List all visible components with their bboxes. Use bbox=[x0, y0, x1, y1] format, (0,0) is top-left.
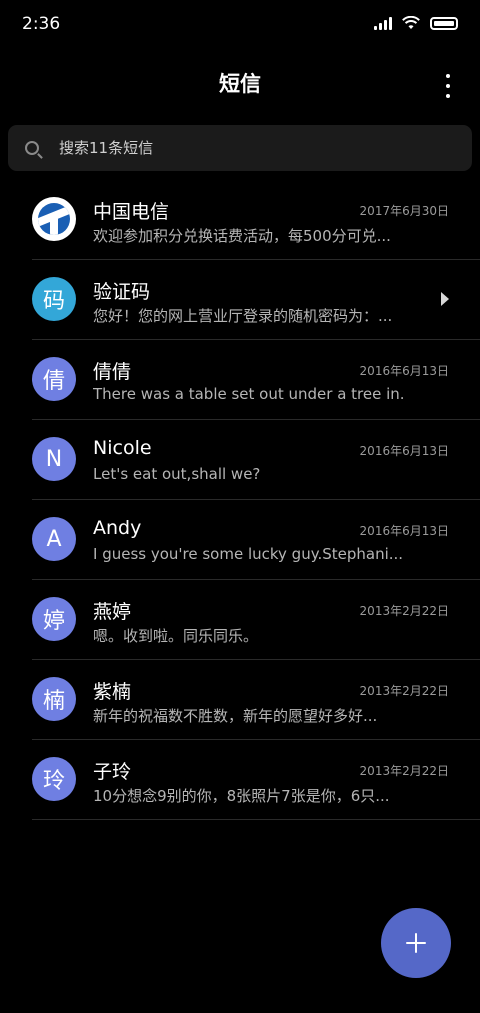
avatar: A bbox=[32, 517, 76, 561]
message-preview: 新年的祝福数不胜数，新年的愿望好多好... bbox=[93, 707, 378, 725]
contact-name: 子玲 bbox=[93, 761, 132, 783]
message-list: 中国电信 2017年6月30日 欢迎参加积分兑换话费活动，每500分可兑... … bbox=[0, 180, 480, 820]
message-preview: 10分想念9别的你，8张照片7张是你，6只... bbox=[93, 787, 390, 805]
message-item-yanting[interactable]: 婷 燕婷 2013年2月22日 嗯。收到啦。同乐同乐。 bbox=[0, 580, 480, 660]
message-date: 2016年6月13日 bbox=[359, 524, 449, 538]
message-item-verification-code[interactable]: 码 验证码 您好！您的网上营业厅登录的随机密码为：... bbox=[0, 260, 480, 340]
avatar: 码 bbox=[32, 277, 76, 321]
status-icons bbox=[374, 16, 458, 30]
avatar: 楠 bbox=[32, 677, 76, 721]
chevron-right-icon[interactable] bbox=[441, 292, 449, 306]
china-telecom-logo-icon bbox=[38, 203, 70, 235]
message-date: 2013年2月22日 bbox=[359, 684, 449, 698]
message-date: 2013年2月22日 bbox=[359, 604, 449, 618]
app-header: 短信 bbox=[0, 60, 480, 108]
message-item-china-telecom[interactable]: 中国电信 2017年6月30日 欢迎参加积分兑换话费活动，每500分可兑... bbox=[0, 180, 480, 260]
signal-icon bbox=[374, 16, 392, 30]
message-item-zinan[interactable]: 楠 紫楠 2013年2月22日 新年的祝福数不胜数，新年的愿望好多好... bbox=[0, 660, 480, 740]
contact-name: Andy bbox=[93, 517, 142, 539]
page-title: 短信 bbox=[219, 72, 261, 96]
message-date: 2017年6月30日 bbox=[359, 204, 449, 218]
status-bar: 2:36 bbox=[0, 0, 480, 52]
battery-icon bbox=[430, 16, 458, 30]
contact-name: 倩倩 bbox=[93, 361, 132, 383]
avatar: N bbox=[32, 437, 76, 481]
contact-name: 紫楠 bbox=[93, 681, 132, 703]
search-input[interactable] bbox=[57, 138, 441, 158]
avatar bbox=[32, 197, 76, 241]
message-item-nicole[interactable]: N Nicole 2016年6月13日 Let's eat out,shall … bbox=[0, 420, 480, 500]
message-date: 2013年2月22日 bbox=[359, 764, 449, 778]
contact-name: 验证码 bbox=[93, 281, 151, 303]
search-icon bbox=[25, 141, 39, 155]
more-options-icon[interactable] bbox=[442, 74, 454, 98]
message-preview: I guess you're some lucky guy.Stephani..… bbox=[93, 545, 403, 563]
contact-name: 中国电信 bbox=[93, 201, 170, 223]
message-date: 2016年6月13日 bbox=[359, 364, 449, 378]
status-time: 2:36 bbox=[22, 14, 61, 34]
message-preview: 嗯。收到啦。同乐同乐。 bbox=[93, 627, 259, 645]
contact-name: 燕婷 bbox=[93, 601, 132, 623]
message-item-andy[interactable]: A Andy 2016年6月13日 I guess you're some lu… bbox=[0, 500, 480, 580]
message-item-ziling[interactable]: 玲 子玲 2013年2月22日 10分想念9别的你，8张照片7张是你，6只... bbox=[0, 740, 480, 820]
wifi-icon bbox=[402, 16, 420, 29]
avatar: 玲 bbox=[32, 757, 76, 801]
message-preview: There was a table set out under a tree i… bbox=[93, 385, 403, 403]
message-date: 2016年6月13日 bbox=[359, 444, 449, 458]
avatar: 倩 bbox=[32, 357, 76, 401]
message-item-qianqian[interactable]: 倩 倩倩 2016年6月13日 There was a table set ou… bbox=[0, 340, 480, 420]
message-preview: 欢迎参加积分兑换话费活动，每500分可兑... bbox=[93, 227, 391, 245]
contact-name: Nicole bbox=[93, 437, 152, 459]
avatar: 婷 bbox=[32, 597, 76, 641]
message-preview: Let's eat out,shall we? bbox=[93, 465, 261, 483]
search-bar[interactable] bbox=[8, 125, 472, 171]
new-message-button[interactable] bbox=[381, 908, 451, 978]
plus-icon bbox=[406, 933, 426, 953]
message-preview: 您好！您的网上营业厅登录的随机密码为：... bbox=[93, 307, 393, 325]
